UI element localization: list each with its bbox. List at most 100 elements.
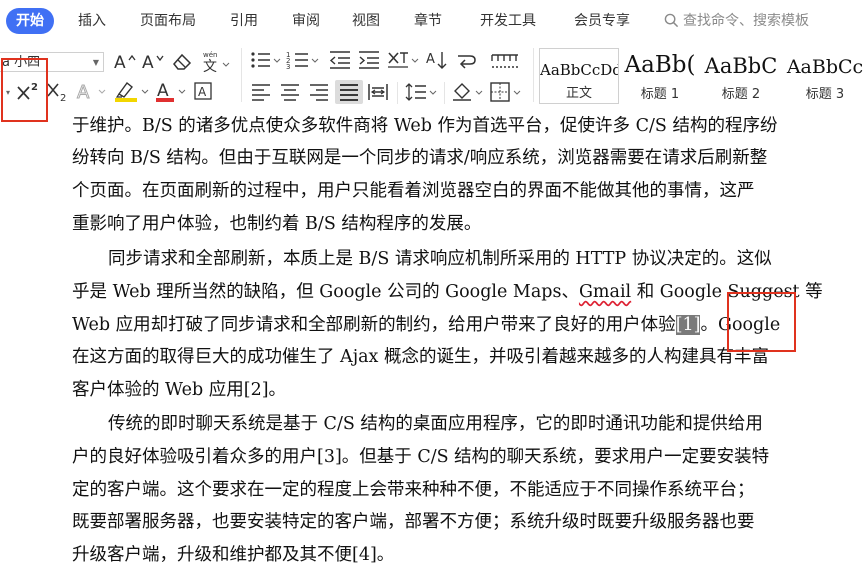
paragraph-line: 定的客户端。这个要求在一定的程度上会带来种种不便，不能适应于不同操作系统平台； [72,480,755,500]
paragraph-line: 既要部署服务器，也要安装特定的客户端，部署不方便；系统升级时既要升级服务器也要 [72,512,755,532]
align-center-button[interactable] [277,80,303,104]
character-border-icon: A [194,82,212,100]
superscript-button[interactable]: 2 [14,78,44,104]
clear-format-button[interactable] [169,50,195,72]
font-color-icon: A [156,81,186,102]
svg-text:文: 文 [203,59,217,73]
style-label: 标题 2 [721,87,761,102]
paragraph-line: 同步请求和全部刷新，本质上是 B/S 请求响应机制所采用的 HTTP 协议决定的… [108,249,772,269]
line-spacing-button[interactable] [403,80,439,104]
eraser-icon [173,53,192,70]
shrink-font-icon: A [142,53,164,71]
align-justify-icon [340,84,358,101]
highlighter-icon [115,81,149,102]
sort-button[interactable]: A [424,48,450,72]
styles-gallery: AaBbCcDd 正文 AaBb( 标题 1 AaBbC 标题 2 AaBbCc… [539,48,867,106]
chevron-down-icon: ▾ [5,87,10,97]
svg-text:2: 2 [60,93,66,103]
paragraph-line: 于维护。B/S 的诸多优点使众多软件商将 Web 作为首选平台，促使许多 C/S… [72,116,778,136]
style-heading-1[interactable]: AaBb( 标题 1 [621,48,699,104]
svg-text:A: A [77,82,90,103]
style-sample: AaBb( [624,52,696,78]
grow-font-button[interactable]: A [112,50,138,72]
chinese-layout-icon [388,52,419,68]
shading-button[interactable] [450,80,486,104]
increase-indent-button[interactable] [356,48,382,72]
style-normal[interactable]: AaBbCcDd 正文 [539,48,619,104]
text-run: 和 Google Suggest 等 [631,282,823,302]
grow-font-icon: A [114,53,136,71]
tab-references[interactable]: 引用 [216,8,272,34]
tab-insert[interactable]: 插入 [64,8,120,34]
paragraph-line: 乎是 Web 理所当然的缺陷，但 Google 公司的 Google Maps、… [72,276,823,308]
borders-button[interactable] [488,80,524,104]
paragraph-line: Web 应用却打破了同步请求和全部刷新的制约，给用户带来了良好的用户体验[1]。… [72,309,780,341]
ribbon-separator [397,82,398,104]
phonetic-guide-button[interactable]: wén 文 [199,48,233,74]
spellcheck-word: Gmail [578,282,632,302]
justify-button[interactable] [335,80,363,104]
style-sample: AaBbCc [786,56,864,78]
tab-page-layout[interactable]: 页面布局 [130,8,206,34]
ribbon-tab-bar: 开始 插入 页面布局 引用 审阅 视图 章节 开发工具 会员专享 查找命令、搜索… [0,0,867,43]
align-center-icon [281,84,299,101]
tab-home[interactable]: 开始 [6,8,54,34]
shrink-font-button[interactable]: A [140,50,166,72]
paragraph-line: 客户体验的 Web 应用[2]。 [72,380,287,400]
show-hide-marks-button[interactable] [453,48,479,72]
style-heading-3[interactable]: AaBbCc 标题 3 [783,48,867,104]
svg-text:A: A [114,53,126,71]
borders-icon [490,82,521,102]
chevron-down-icon: ▼ [92,58,99,67]
numbered-list-button[interactable]: 123 [285,48,321,72]
superscript-dropdown[interactable]: ▾ [0,80,14,104]
phonetic-guide-icon: wén文 [203,51,230,73]
paragraph-mark-icon [458,55,476,69]
text-effects-button[interactable]: A [74,78,108,104]
paragraph-line: 户的良好体验吸引着众多的用户[3]。但基于 C/S 结构的聊天系统，要求用户一定… [72,447,770,467]
decrease-indent-button[interactable] [327,48,353,72]
search-placeholder: 查找命令、搜索模板 [683,13,809,29]
selected-citation[interactable]: [1] [675,315,701,335]
ribbon-separator [533,48,534,102]
numbered-list-icon: 123 [286,51,319,71]
paragraph-line: 传统的即时聊天系统是基于 C/S 结构的桌面应用程序，它的即时通讯功能和提供给用 [108,414,763,434]
align-right-button[interactable] [306,80,332,104]
tab-review[interactable]: 审阅 [278,8,334,34]
chinese-layout-button[interactable] [385,48,421,72]
ribbon-separator [241,48,242,102]
superscript-icon: 2 [17,82,38,100]
text-run: 乎是 Web 理所当然的缺陷，但 Google 公司的 Google Maps、 [72,282,579,302]
subscript-icon: 2 [47,83,66,103]
font-size-value: a 小四 [2,55,41,70]
font-size-select[interactable]: a 小四 ▼ [0,52,104,72]
svg-text:2: 2 [31,82,38,93]
style-label: 正文 [565,86,592,101]
text-run: 。Google [700,315,781,335]
style-label: 标题 1 [640,87,680,102]
command-search[interactable]: 查找命令、搜索模板 [664,8,809,34]
character-border-button[interactable]: A [191,78,215,104]
paint-bucket-icon [453,83,483,101]
paragraph-line: 升级客户端，升级和维护都及其不便[4]。 [72,545,395,565]
highlight-color-button[interactable] [112,78,152,104]
document-page[interactable]: 于维护。B/S 的诸多优点使众多软件商将 Web 作为首选平台，促使许多 C/S… [0,108,867,581]
align-left-button[interactable] [248,80,274,104]
tab-developer-tools[interactable]: 开发工具 [468,8,548,34]
tab-sections[interactable]: 章节 [400,8,456,34]
distributed-align-button[interactable] [365,80,391,104]
style-heading-2[interactable]: AaBbC 标题 2 [701,48,781,104]
subscript-button[interactable]: 2 [45,78,71,104]
bullet-list-button[interactable] [248,48,282,72]
paragraph-line: 在这方面的取得巨大的成功催生了 Ajax 概念的诞生，并吸引着越来越多的人构建具… [72,347,769,367]
tab-member[interactable]: 会员专享 [562,8,642,34]
tab-view[interactable]: 视图 [338,8,394,34]
ribbon-separator [444,82,445,104]
decrease-indent-icon [329,51,350,69]
tab-stops-button[interactable] [489,48,521,72]
font-color-button[interactable]: A [153,78,189,104]
search-icon [664,13,679,28]
increase-indent-icon [359,51,379,69]
text-run: Web 应用却打破了同步请求和全部刷新的制约，给用户带来了良好的用户体验 [72,315,676,335]
svg-text:3: 3 [286,63,290,71]
